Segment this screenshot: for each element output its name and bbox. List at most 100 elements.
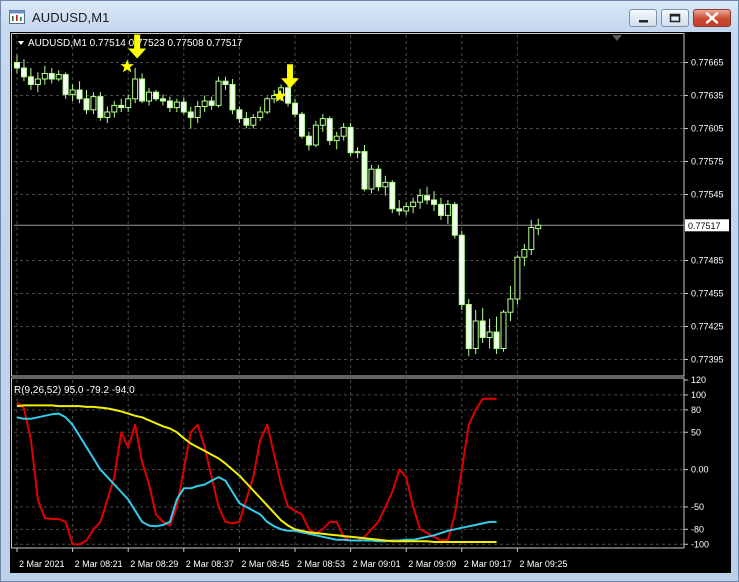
x-tick-label: 2 Mar 09:25 bbox=[519, 559, 567, 569]
current-price-label: 0.77517 bbox=[688, 221, 721, 231]
y-tick-label: -80 bbox=[691, 524, 704, 534]
candle-body bbox=[493, 331, 500, 349]
y-tick-label: 0.77425 bbox=[691, 322, 724, 332]
x-tick-label: 2 Mar 08:53 bbox=[297, 559, 345, 569]
chart-area[interactable]: 2 Mar 2021 2 Mar 08:21 2 Mar 08:29 2 Mar 08… bbox=[10, 32, 731, 573]
candle-body bbox=[479, 320, 486, 338]
candle-body bbox=[507, 298, 514, 313]
candle-body bbox=[451, 203, 458, 236]
scroll-shift-marker-icon[interactable] bbox=[612, 35, 622, 41]
candle-body bbox=[389, 181, 396, 210]
maximize-icon bbox=[669, 13, 681, 23]
x-tick-label: 2 Mar 09:09 bbox=[408, 559, 456, 569]
y-tick-label: 0.77455 bbox=[691, 289, 724, 299]
x-tick-label: 2 Mar 08:21 bbox=[75, 559, 123, 569]
candle-body bbox=[139, 78, 146, 102]
indicator-pane-frame bbox=[11, 377, 685, 549]
candle-body bbox=[431, 199, 437, 205]
candle-body bbox=[118, 104, 125, 109]
y-tick-label: 0.77665 bbox=[691, 58, 724, 68]
candle-body bbox=[375, 168, 382, 188]
candle-body bbox=[55, 74, 62, 80]
candle-body bbox=[250, 117, 257, 126]
candle-body bbox=[326, 118, 333, 142]
chart-labels: AUDUSD,M1 0.77514 0.77523 0.77508 0.7751… bbox=[14, 35, 622, 396]
candle-body bbox=[472, 320, 479, 349]
candle-body bbox=[125, 98, 132, 109]
candle-body bbox=[340, 126, 347, 137]
candle-body bbox=[208, 100, 215, 106]
candle-body bbox=[132, 78, 139, 100]
candle-body bbox=[48, 73, 55, 80]
candle-body bbox=[410, 201, 417, 208]
indicator-series-9 bbox=[16, 397, 497, 546]
candle-body bbox=[382, 181, 389, 188]
candle-body bbox=[236, 109, 243, 120]
signal-star-icon bbox=[273, 89, 287, 102]
y-tick-label: -50 bbox=[691, 502, 704, 512]
y-tick-label: 0.77485 bbox=[691, 256, 724, 266]
candle-body bbox=[14, 62, 20, 69]
chart-canvas[interactable]: 2 Mar 2021 2 Mar 08:21 2 Mar 08:29 2 Mar 08… bbox=[10, 32, 731, 573]
close-button[interactable] bbox=[693, 9, 731, 27]
y-tick-label: 0.77575 bbox=[691, 157, 724, 167]
candle-body bbox=[104, 111, 111, 118]
candle-body bbox=[292, 102, 298, 115]
y-tick-label: 0.77395 bbox=[691, 355, 724, 365]
candle-body bbox=[403, 206, 410, 212]
candle-body bbox=[90, 96, 97, 111]
candle-body bbox=[173, 101, 180, 109]
candle-body bbox=[264, 98, 271, 113]
indicator-lines bbox=[16, 397, 497, 546]
candle-body bbox=[486, 331, 493, 338]
x-tick-label: 2 Mar 08:45 bbox=[241, 559, 289, 569]
candle-body bbox=[437, 203, 444, 216]
candle-body bbox=[465, 304, 472, 349]
y-tick-label: 100 bbox=[691, 390, 706, 400]
collapse-triangle-icon[interactable] bbox=[18, 41, 24, 45]
indicator-label: R(9,26,52) 95.0 -79.2 -94.0 bbox=[14, 385, 135, 396]
y-tick-label: 0.77635 bbox=[691, 91, 724, 101]
candle-body bbox=[111, 104, 118, 113]
chart-header: AUDUSD,M1 0.77514 0.77523 0.77508 0.7751… bbox=[28, 38, 243, 49]
candle-body bbox=[76, 89, 83, 100]
candle-body bbox=[333, 135, 340, 142]
main-pane-frame bbox=[11, 33, 685, 377]
candle-body bbox=[368, 168, 375, 190]
candle-body bbox=[396, 208, 403, 212]
candle-body bbox=[528, 227, 535, 250]
candle-body bbox=[354, 151, 361, 154]
close-icon bbox=[705, 12, 719, 24]
candle-body bbox=[347, 126, 354, 154]
y-tick-label: 0.77605 bbox=[691, 124, 724, 134]
candle-body bbox=[201, 100, 208, 107]
candle-body bbox=[257, 111, 264, 118]
candle-body bbox=[187, 111, 194, 118]
candle-body bbox=[444, 203, 451, 216]
y-tick-label: 80 bbox=[691, 405, 701, 415]
window-title: AUDUSD,M1 bbox=[32, 10, 110, 25]
y-tick-label: -100 bbox=[691, 539, 709, 549]
minimize-icon bbox=[639, 20, 648, 23]
indicator-series-52 bbox=[16, 404, 497, 543]
maximize-button[interactable] bbox=[661, 9, 689, 27]
y-tick-label: 0.00 bbox=[691, 465, 709, 475]
candle-body bbox=[215, 80, 222, 106]
candle-body bbox=[424, 195, 431, 201]
candle-body bbox=[34, 78, 41, 85]
chart-window-icon bbox=[9, 10, 25, 24]
candle-body bbox=[361, 151, 368, 190]
candle-body bbox=[27, 76, 34, 85]
title-bar[interactable]: AUDUSD,M1 bbox=[1, 1, 738, 31]
x-tick-label: 2 Mar 08:37 bbox=[186, 559, 234, 569]
candle-body bbox=[97, 96, 104, 118]
x-tick-label: 2 Mar 2021 bbox=[19, 559, 65, 569]
minimize-button[interactable] bbox=[629, 9, 657, 27]
candle-body bbox=[146, 91, 153, 102]
candle-body bbox=[20, 67, 27, 78]
chart-window: AUDUSD,M1 2 Mar 2021 2 Mar 08:21 2 Mar 08 bbox=[0, 0, 739, 582]
candle-body bbox=[243, 118, 250, 126]
y-tick-label: 120 bbox=[691, 375, 706, 385]
signal-star-icon bbox=[120, 59, 134, 73]
candle-body bbox=[62, 74, 69, 95]
